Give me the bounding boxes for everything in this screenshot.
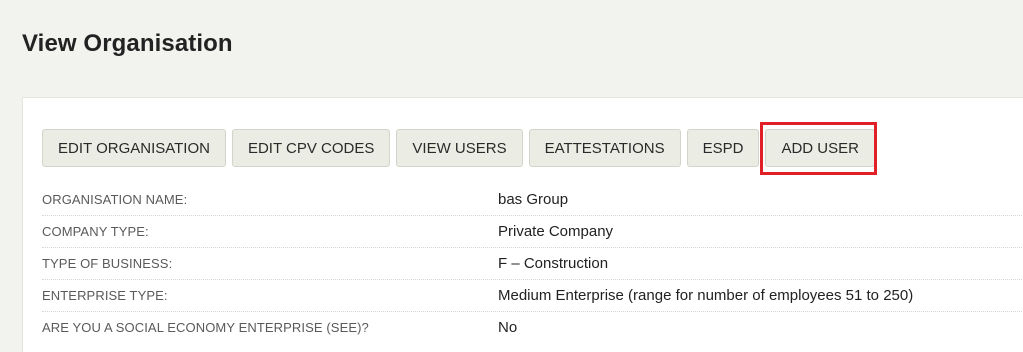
edit-cpv-codes-button[interactable]: EDIT CPV CODES — [231, 129, 391, 167]
detail-row-organisation-name: ORGANISATION NAME: bas Group — [42, 184, 1023, 216]
detail-value: Private Company — [498, 223, 614, 240]
detail-row-social-economy: ARE YOU A SOCIAL ECONOMY ENTERPRISE (SEE… — [42, 312, 1023, 343]
detail-label: ENTERPRISE TYPE: — [42, 288, 168, 303]
detail-value: F – Construction — [498, 255, 609, 272]
detail-row-enterprise-type: ENTERPRISE TYPE: Medium Enterprise (rang… — [42, 280, 1023, 312]
add-user-button[interactable]: ADD USER — [765, 129, 875, 167]
detail-value: No — [498, 319, 518, 336]
detail-value: bas Group — [498, 191, 569, 208]
view-users-button[interactable]: VIEW USERS — [396, 129, 523, 167]
edit-organisation-button[interactable]: EDIT ORGANISATION — [42, 129, 226, 167]
organisation-details: ORGANISATION NAME: bas Group COMPANY TYP… — [42, 184, 1023, 343]
detail-row-type-of-business: TYPE OF BUSINESS: F – Construction — [42, 248, 1023, 280]
detail-label: ORGANISATION NAME: — [42, 192, 188, 207]
detail-label: TYPE OF BUSINESS: — [42, 256, 173, 271]
eattestations-button[interactable]: EATTESTATIONS — [528, 129, 681, 167]
espd-button[interactable]: ESPD — [686, 129, 760, 167]
detail-label: COMPANY TYPE: — [42, 224, 149, 239]
detail-row-company-type: COMPANY TYPE: Private Company — [42, 216, 1023, 248]
organisation-panel: EDIT ORGANISATION EDIT CPV CODES VIEW US… — [22, 97, 1023, 352]
action-toolbar: EDIT ORGANISATION EDIT CPV CODES VIEW US… — [42, 129, 875, 167]
page-title: View Organisation — [22, 30, 233, 57]
detail-value: Medium Enterprise (range for number of e… — [498, 287, 914, 304]
detail-label: ARE YOU A SOCIAL ECONOMY ENTERPRISE (SEE… — [42, 320, 369, 335]
